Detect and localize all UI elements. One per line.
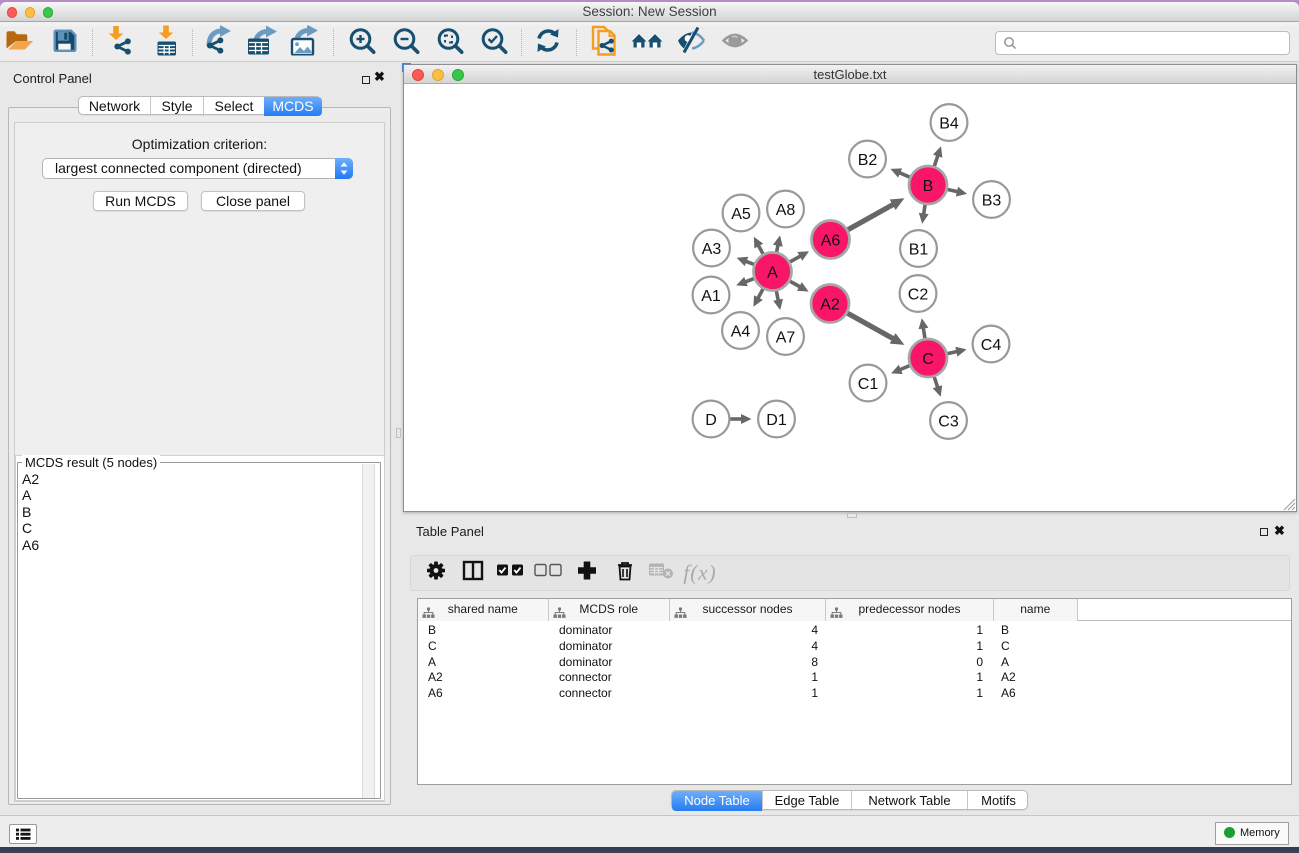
svg-text:A4: A4 xyxy=(731,323,751,340)
svg-text:A6: A6 xyxy=(821,232,841,249)
svg-text:D: D xyxy=(705,412,717,429)
svg-text:A: A xyxy=(767,264,778,281)
svg-text:B1: B1 xyxy=(909,241,929,258)
svg-text:D1: D1 xyxy=(766,412,787,429)
svg-text:A3: A3 xyxy=(702,241,722,258)
svg-text:A7: A7 xyxy=(776,329,796,346)
svg-text:A8: A8 xyxy=(776,202,796,219)
svg-text:A5: A5 xyxy=(731,206,751,223)
svg-text:B4: B4 xyxy=(939,115,959,132)
svg-text:B2: B2 xyxy=(858,152,878,169)
svg-text:C: C xyxy=(922,351,934,368)
svg-text:C2: C2 xyxy=(908,286,929,303)
svg-text:C4: C4 xyxy=(981,337,1002,354)
svg-text:A1: A1 xyxy=(701,288,721,305)
svg-text:A2: A2 xyxy=(820,296,840,313)
svg-text:C1: C1 xyxy=(858,376,879,393)
svg-text:C3: C3 xyxy=(938,413,959,430)
svg-text:B3: B3 xyxy=(982,192,1002,209)
svg-text:B: B xyxy=(923,178,934,195)
